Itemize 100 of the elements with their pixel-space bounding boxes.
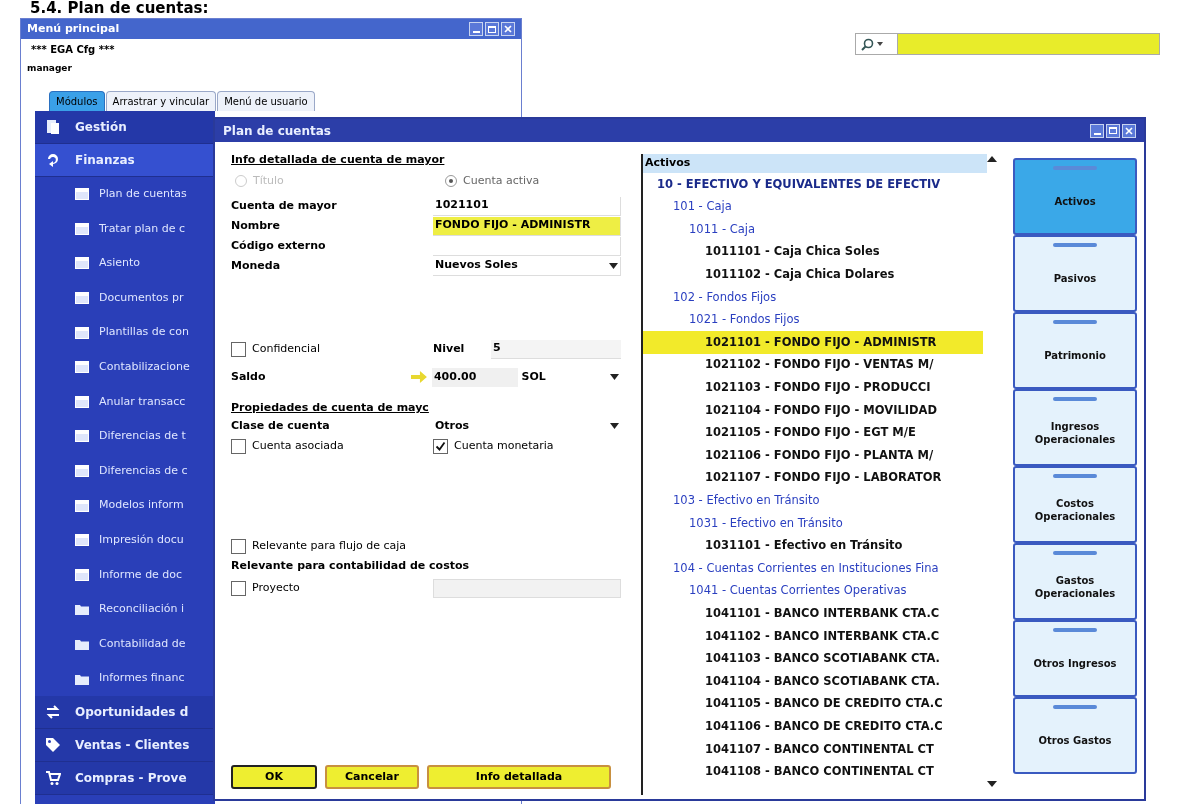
menu-item[interactable]: Informes financ <box>35 661 215 696</box>
tree-item[interactable]: 1041106 - BANCO DE CREDITO CTA.C <box>643 715 983 738</box>
menu-item[interactable]: Plan de cuentas <box>35 177 215 212</box>
module-item[interactable]: Ventas - Clientes <box>35 728 215 762</box>
input-field[interactable]: 5 <box>491 339 621 359</box>
tree-item[interactable]: 1021107 - FONDO FIJO - LABORATOR <box>643 466 983 490</box>
tree-item[interactable]: 1011101 - Caja Chica Soles <box>643 240 983 264</box>
tree-item[interactable]: 1041105 - BANCO DE CREDITO CTA.C <box>643 692 983 716</box>
tree-item[interactable]: 102 - Fondos Fijos <box>643 285 983 309</box>
input-field[interactable] <box>433 236 621 256</box>
tree-item[interactable]: 1041108 - BANCO CONTINENTAL CT <box>643 760 983 784</box>
module-item[interactable]: Oportunidades d <box>35 695 215 729</box>
scroll-up-icon[interactable] <box>987 156 997 162</box>
maximize-icon[interactable] <box>485 22 499 36</box>
drawer-tab[interactable]: Otros Gastos <box>1013 697 1137 774</box>
tree-item[interactable]: 1021106 - FONDO FIJO - PLANTA M/ <box>643 444 983 467</box>
tree-item[interactable]: 1021 - Fondos Fijos <box>643 308 983 332</box>
window-icon <box>75 395 89 408</box>
input-field[interactable]: FONDO FIJO - ADMINISTR <box>433 216 621 236</box>
tree-item[interactable]: 1041104 - BANCO SCOTIABANK CTA. <box>643 670 983 693</box>
window-icon <box>75 534 89 547</box>
menu-item[interactable]: Documentos pr <box>35 280 215 316</box>
tree-item[interactable]: 1021103 - FONDO FIJO - PRODUCCI <box>643 376 983 399</box>
tree-item[interactable]: 1041107 - BANCO CONTINENTAL CT <box>643 737 983 761</box>
tab[interactable]: Menú de usuario <box>217 91 315 111</box>
maximize-icon[interactable] <box>1106 123 1120 138</box>
caret-icon <box>877 42 883 46</box>
checkbox-label: Proyecto <box>252 579 300 596</box>
tree-item[interactable]: 1021104 - FONDO FIJO - MOVILIDAD <box>643 398 983 422</box>
menu-item[interactable]: Informe de doc <box>35 557 215 593</box>
tree-item[interactable]: 103 - Efectivo en Tránsito <box>643 489 983 512</box>
tree-item[interactable]: 1021105 - FONDO FIJO - EGT M/E <box>643 421 983 445</box>
menu-item[interactable]: Diferencias de t <box>35 419 215 454</box>
tree-item[interactable]: 104 - Cuentas Corrientes en Instituciones Fina <box>643 557 983 580</box>
field-label: Cuenta de mayor <box>231 197 338 214</box>
tree-item[interactable]: 101 - Caja <box>643 195 983 219</box>
menu-item[interactable]: Tratar plan de c <box>35 211 215 247</box>
tree-item[interactable]: 1021102 - FONDO FIJO - VENTAS M/ <box>643 353 983 377</box>
drawer-tab[interactable]: Patrimonio <box>1013 312 1137 389</box>
input-field: 400.00 <box>431 367 518 387</box>
tree-item[interactable]: 1031 - Efectivo en Tránsito <box>643 511 983 535</box>
checkbox[interactable] <box>231 341 246 357</box>
drawer-tab[interactable]: Gastos Operacionales <box>1013 543 1137 620</box>
tree-item[interactable]: 1041103 - BANCO SCOTIABANK CTA. <box>643 647 983 671</box>
drawer-tab[interactable]: Activos <box>1013 158 1137 235</box>
field-label: Clase de cuenta <box>231 417 331 434</box>
tree-item[interactable]: 1041102 - BANCO INTERBANK CTA.C <box>643 624 983 648</box>
page-heading: 5.4. Plan de cuentas: <box>30 0 209 17</box>
close-icon[interactable] <box>501 22 515 36</box>
close-icon[interactable] <box>1122 123 1136 138</box>
search-field[interactable] <box>855 33 1160 55</box>
minimize-icon[interactable] <box>1090 123 1104 138</box>
drawer-tab[interactable]: Pasivos <box>1013 235 1137 312</box>
caret-icon <box>610 374 619 380</box>
tree-item[interactable]: 1031101 - Efectivo en Tránsito <box>643 534 983 558</box>
menu-item[interactable]: Reconciliación i <box>35 592 215 627</box>
window-icon <box>75 222 89 235</box>
checkbox[interactable] <box>231 580 246 596</box>
tab[interactable]: Arrastrar y vincular <box>105 91 217 111</box>
scroll-down-icon[interactable] <box>987 781 997 787</box>
folder-icon <box>75 672 89 685</box>
dropdown[interactable]: Otros <box>433 416 621 436</box>
user-name: manager <box>26 62 73 75</box>
checkbox[interactable] <box>433 438 448 454</box>
menu-item[interactable]: Contabilidad de <box>35 626 215 662</box>
tab[interactable]: Módulos <box>49 91 105 111</box>
checkbox[interactable] <box>231 538 246 554</box>
window-icon <box>75 361 89 374</box>
module-item[interactable]: Compras - Prove <box>35 761 215 795</box>
input-field[interactable]: 1021101 <box>433 196 621 216</box>
cart-icon <box>45 769 61 786</box>
tree-item[interactable]: 1041 - Cuentas Corrientes Operativas <box>643 579 983 603</box>
menu-item[interactable]: Modelos inform <box>35 488 215 523</box>
menu-item[interactable]: Diferencias de c <box>35 453 215 489</box>
menu-item[interactable]: Impresión docu <box>35 522 215 558</box>
tree-item[interactable]: 1021101 - FONDO FIJO - ADMINISTR <box>643 331 983 354</box>
tree-item[interactable]: 10 - EFECTIVO Y EQUIVALENTES DE EFECTIV <box>643 173 983 196</box>
module-item[interactable]: Finanzas <box>35 144 215 177</box>
checkbox[interactable] <box>231 438 246 454</box>
action-button[interactable]: Cancelar <box>325 765 419 789</box>
menu-item[interactable]: Contabilizacione <box>35 349 215 385</box>
module-item[interactable]: Gestión <box>35 111 215 144</box>
dropdown[interactable]: SOL <box>519 367 621 387</box>
window-title: Menú principal <box>27 20 120 37</box>
action-button[interactable]: OK <box>231 765 317 789</box>
dropdown[interactable]: Nuevos Soles <box>433 256 621 276</box>
menu-item[interactable]: Plantillas de con <box>35 315 215 350</box>
action-button[interactable]: Info detallada <box>427 765 611 789</box>
drawer-tab[interactable]: Otros Ingresos <box>1013 620 1137 697</box>
drawer-tab[interactable]: Ingresos Operacionales <box>1013 389 1137 466</box>
window-icon <box>75 568 89 581</box>
minimize-icon[interactable] <box>469 22 483 36</box>
tree-item[interactable]: 1011 - Caja <box>643 218 983 241</box>
window-icon <box>75 292 89 305</box>
tree-item[interactable]: 1011102 - Caja Chica Dolares <box>643 263 983 286</box>
window-icon <box>75 499 89 512</box>
tree-item[interactable]: 1041101 - BANCO INTERBANK CTA.C <box>643 602 983 625</box>
menu-item[interactable]: Anular transacc <box>35 384 215 420</box>
drawer-tab[interactable]: Costos Operacionales <box>1013 466 1137 543</box>
menu-item[interactable]: Asiento <box>35 246 215 281</box>
